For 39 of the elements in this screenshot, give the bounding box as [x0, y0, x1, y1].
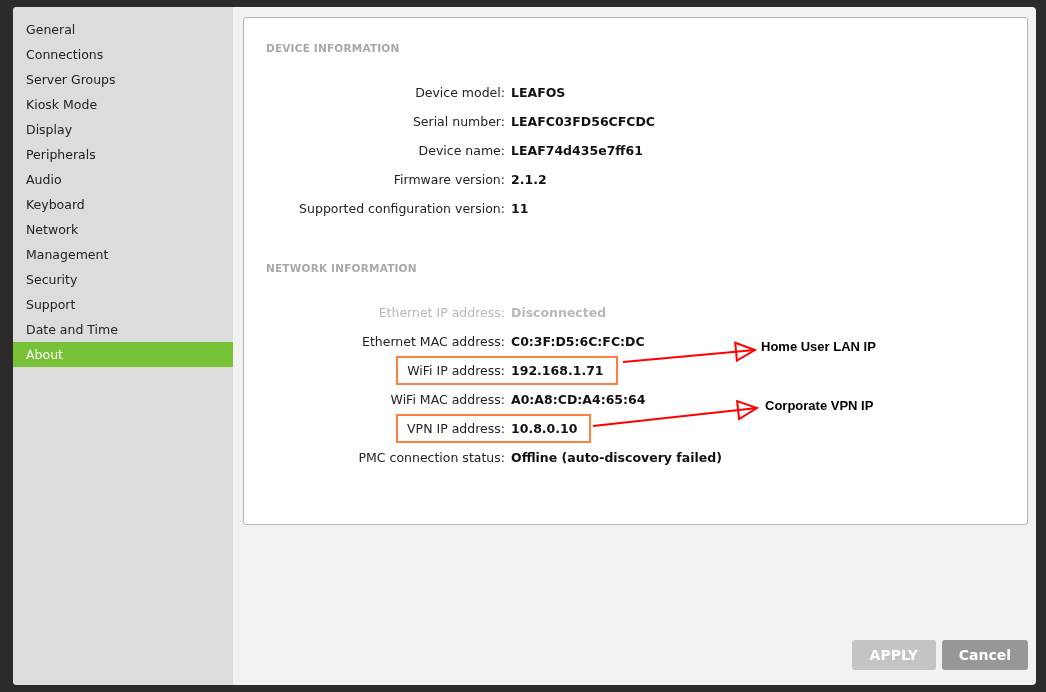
field-label: Ethernet MAC address:: [362, 334, 505, 349]
sidebar-item[interactable]: General: [13, 17, 233, 42]
sidebar-item[interactable]: Server Groups: [13, 67, 233, 92]
sidebar-item[interactable]: Keyboard: [13, 192, 233, 217]
field-value: LEAF74d435e7ff61: [511, 143, 643, 158]
annotation-label: Corporate VPN IP: [765, 398, 874, 414]
field-value: Disconnected: [511, 305, 607, 320]
section-title: NETWORK INFORMATION: [266, 261, 418, 275]
sidebar-item[interactable]: Display: [13, 117, 233, 142]
field-value: LEAFOS: [511, 85, 566, 100]
field-label: Serial number:: [412, 114, 505, 129]
field-value: Offline (auto-discovery failed): [511, 450, 722, 465]
field-value: 11: [511, 201, 529, 216]
sidebar-item[interactable]: Support: [13, 292, 233, 317]
field-label: PMC connection status:: [358, 450, 505, 465]
sidebar-item[interactable]: Management: [13, 242, 233, 267]
field-value: 2.1.2: [511, 172, 547, 187]
sidebar-item[interactable]: Peripherals: [13, 142, 233, 167]
field-label: Device name:: [418, 143, 505, 158]
field-label: WiFi MAC address:: [390, 392, 505, 407]
sidebar-item[interactable]: Security: [13, 267, 233, 292]
field-value: LEAFC03FD56CFCDC: [511, 114, 656, 129]
field-value: 192.168.1.71: [511, 363, 604, 378]
sidebar-item[interactable]: Network: [13, 217, 233, 242]
field-label: Device model:: [415, 85, 505, 100]
sidebar-item[interactable]: Audio: [13, 167, 233, 192]
sidebar-item[interactable]: Connections: [13, 42, 233, 67]
annotation-label: Home User LAN IP: [761, 339, 876, 355]
field-label: VPN IP address:: [407, 421, 505, 436]
field-label: Supported configuration version:: [299, 201, 505, 216]
field-value: C0:3F:D5:6C:FC:DC: [511, 334, 645, 349]
field-value: A0:A8:CD:A4:65:64: [511, 392, 646, 407]
section-title: DEVICE INFORMATION: [266, 41, 401, 55]
field-label: Ethernet IP address:: [378, 305, 505, 320]
field-label: WiFi IP address:: [407, 363, 505, 378]
field-value: 10.8.0.10: [511, 421, 578, 436]
field-label: Firmware version:: [393, 172, 505, 187]
sidebar-item[interactable]: Kiosk Mode: [13, 92, 233, 117]
sidebar-item[interactable]: Date and Time: [13, 317, 233, 342]
